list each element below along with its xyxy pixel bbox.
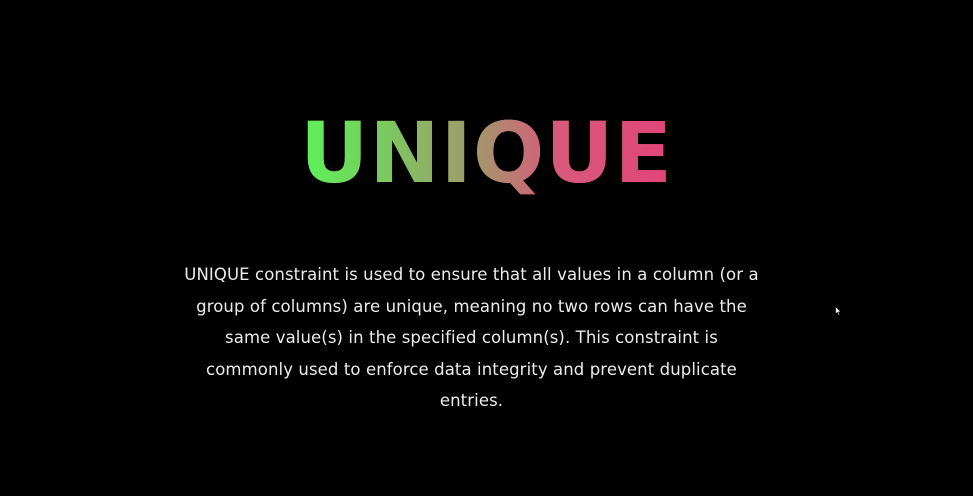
- mouse-pointer-icon: [835, 306, 842, 316]
- slide: UNIQUE UNIQUE constraint is used to ensu…: [0, 0, 973, 496]
- slide-title: UNIQUE: [300, 104, 673, 202]
- slide-description: UNIQUE constraint is used to ensure that…: [184, 265, 759, 410]
- slide-title-container: UNIQUE: [0, 103, 973, 203]
